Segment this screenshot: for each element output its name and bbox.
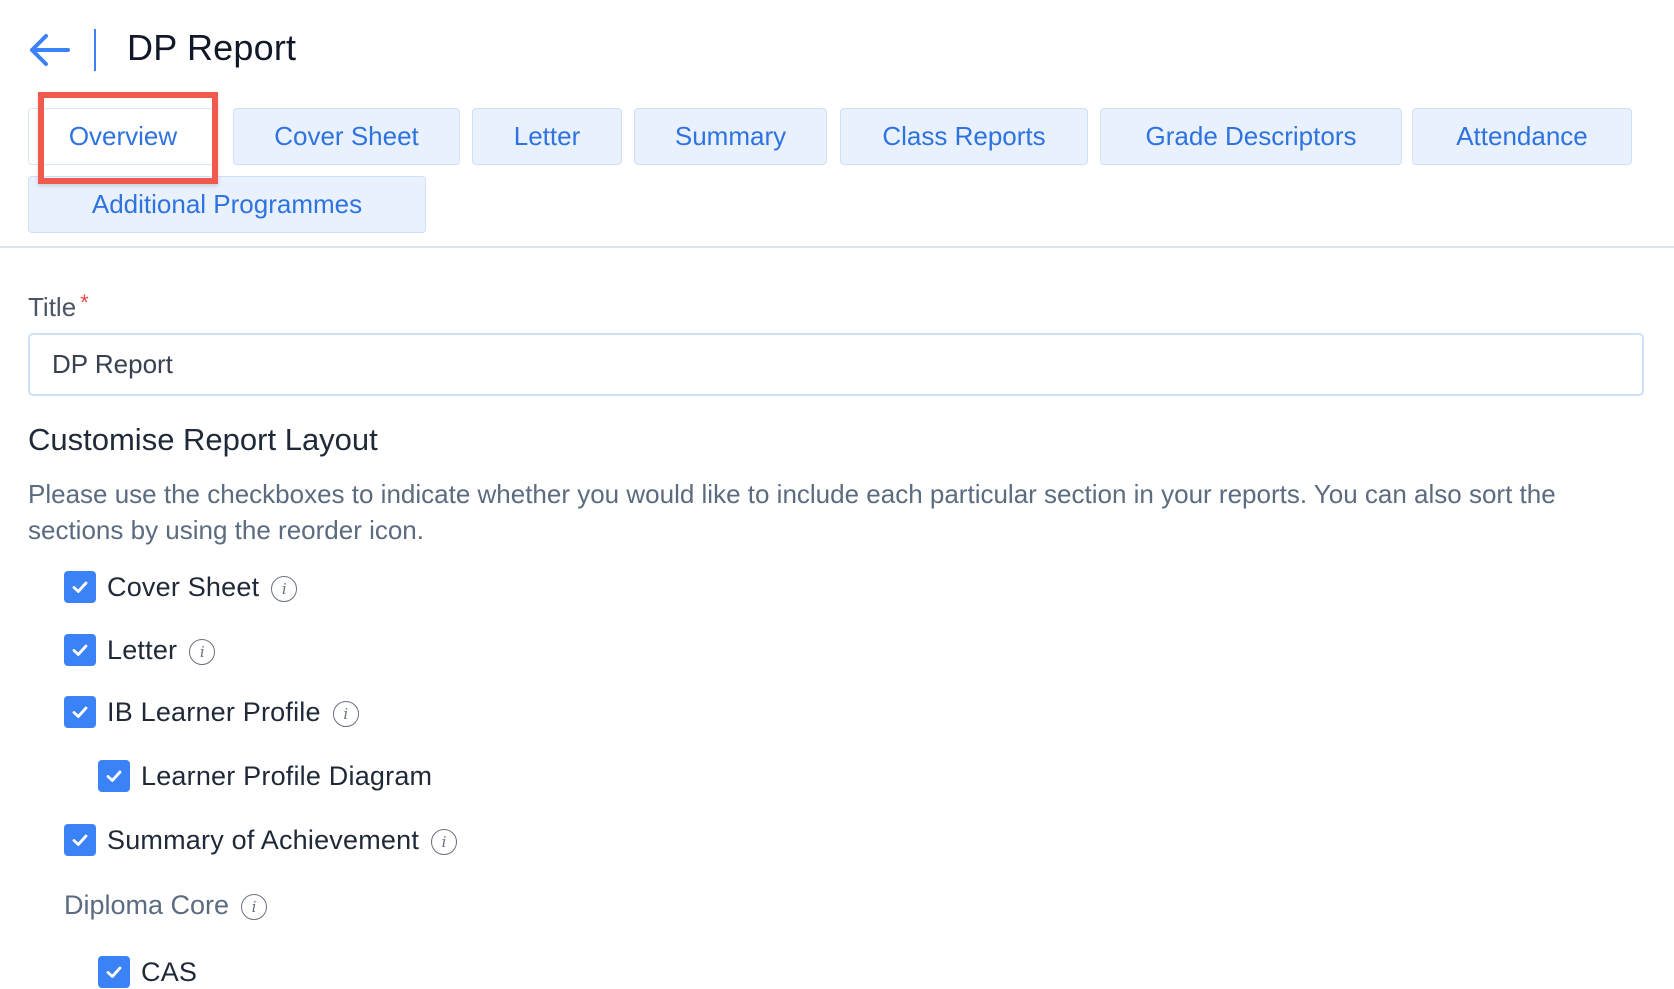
tab-cover-sheet[interactable]: Cover Sheet xyxy=(233,108,460,165)
title-label: Title * xyxy=(28,290,89,323)
tab-label: Class Reports xyxy=(882,121,1046,151)
info-icon[interactable]: i xyxy=(332,701,359,727)
check-icon xyxy=(72,581,88,593)
check-icon xyxy=(72,644,88,656)
arrow-left-icon xyxy=(30,34,70,66)
tab-grade-descriptors[interactable]: Grade Descriptors xyxy=(1100,108,1402,165)
info-icon[interactable]: i xyxy=(431,829,458,855)
tab-label: Summary xyxy=(674,121,787,151)
check-icon xyxy=(106,770,122,782)
section-description: Please use the checkboxes to indicate wh… xyxy=(28,479,1556,545)
page-title: DP Report xyxy=(127,27,297,68)
tab-label: Cover Sheet xyxy=(274,121,419,151)
layout-item-ib-learner-profile: IB Learner Profile i xyxy=(64,695,359,729)
required-marker: * xyxy=(80,290,89,315)
checkbox-label: Summary of Achievement xyxy=(107,824,420,855)
tabs-divider xyxy=(0,246,1674,248)
layout-item-cover-sheet: Cover Sheet i xyxy=(64,570,298,604)
tab-additional-programmes[interactable]: Additional Programmes xyxy=(28,176,426,233)
tab-label: Letter xyxy=(513,121,581,151)
checkbox-summary-of-achievement[interactable] xyxy=(64,824,96,856)
section-heading: Customise Report Layout xyxy=(28,422,378,457)
tab-label: Overview xyxy=(68,121,178,151)
checkbox-letter[interactable] xyxy=(64,634,96,666)
check-icon xyxy=(106,966,122,978)
title-input[interactable] xyxy=(28,333,1644,396)
checkbox-label: IB Learner Profile xyxy=(107,696,321,727)
checkbox-label: Cover Sheet xyxy=(107,571,260,602)
header-divider xyxy=(94,29,96,71)
checkbox-ib-learner-profile[interactable] xyxy=(64,696,96,728)
tab-attendance[interactable]: Attendance xyxy=(1412,108,1632,165)
checkbox-label: Learner Profile Diagram xyxy=(141,760,433,791)
title-label-text: Title xyxy=(28,292,77,322)
group-label: Diploma Core xyxy=(64,889,230,920)
tab-class-reports[interactable]: Class Reports xyxy=(840,108,1088,165)
checkbox-label: Letter xyxy=(107,634,178,665)
layout-item-summary-of-achievement: Summary of Achievement i xyxy=(64,823,458,857)
tab-overview[interactable]: Overview xyxy=(28,108,218,165)
page-header: DP Report xyxy=(0,0,1674,100)
layout-item-letter: Letter i xyxy=(64,633,216,667)
checkbox-label: CAS xyxy=(141,956,198,987)
info-icon[interactable]: i xyxy=(241,894,268,920)
back-button[interactable] xyxy=(26,28,72,74)
layout-item-learner-profile-diagram: Learner Profile Diagram xyxy=(98,759,432,793)
checkbox-cas[interactable] xyxy=(98,956,130,988)
tab-label: Additional Programmes xyxy=(91,189,363,219)
checkbox-learner-profile-diagram[interactable] xyxy=(98,760,130,792)
info-icon[interactable]: i xyxy=(271,576,298,602)
check-icon xyxy=(72,834,88,846)
tab-label: Grade Descriptors xyxy=(1145,121,1357,151)
check-icon xyxy=(72,706,88,718)
layout-group-diploma-core: Diploma Core i xyxy=(64,888,268,922)
tab-letter[interactable]: Letter xyxy=(472,108,622,165)
tab-label: Attendance xyxy=(1456,121,1588,151)
checkbox-cover-sheet[interactable] xyxy=(64,571,96,603)
info-icon[interactable]: i xyxy=(189,639,216,665)
tab-summary[interactable]: Summary xyxy=(634,108,827,165)
